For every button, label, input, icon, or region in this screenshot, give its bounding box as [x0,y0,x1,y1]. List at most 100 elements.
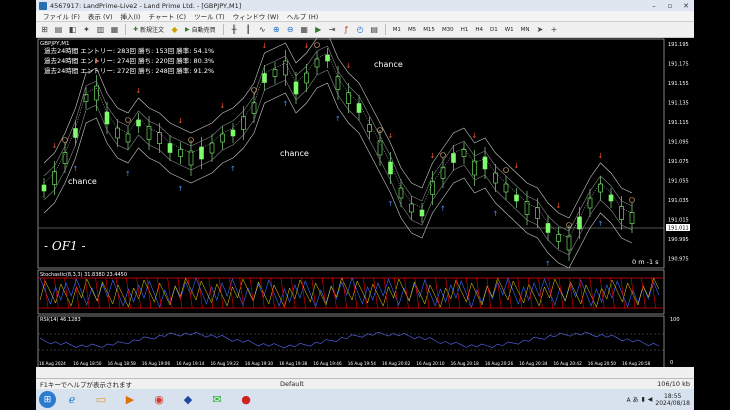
time-tick: 16 Aug 19:38 [279,361,308,366]
minimize-button[interactable]: – [646,0,662,11]
maximize-button[interactable]: ▫ [662,0,678,11]
sell-arrow-icon: ↓ [220,102,226,110]
menu-chart[interactable]: チャート (C) [144,11,190,21]
zoom-in-icon[interactable]: ⊕ [271,24,282,35]
start-button[interactable]: ⊞ [39,391,56,408]
sell-arrow-icon: ↓ [304,42,310,50]
autoscroll-icon[interactable]: ▶ [313,24,324,35]
recorder-icon[interactable]: ● [233,390,259,409]
mt4-taskbar-icon[interactable]: ◆ [175,390,201,409]
new-chart-icon[interactable]: ⊞ [39,24,50,35]
chrome-icon[interactable]: ◉ [146,390,172,409]
chance-label: chance [280,149,309,158]
chart-shift-icon[interactable]: ⇥ [327,24,338,35]
price-tick: 190.995 [668,237,689,243]
candle [566,235,572,251]
sell-arrow-icon: ↓ [472,132,478,140]
separator [384,24,386,35]
sell-arrow-icon: ↓ [178,117,184,125]
crosshair-icon[interactable]: + [549,24,560,35]
menu-bar: ファイル (F) 表示 (V) 挿入(I) チャート (C) ツール (T) ウ… [36,11,694,22]
price-tick: 191.115 [668,120,689,126]
menu-file[interactable]: ファイル (F) [39,11,84,21]
timeframe-m1[interactable]: M1 [391,27,403,33]
line-chart-icon[interactable]: ∿ [257,24,268,35]
time-tick: 16 Aug 19:54 [348,361,377,366]
price-tick: 191.175 [668,62,689,68]
periods-icon[interactable]: ◴ [355,24,366,35]
indicators-icon[interactable]: ƒ [341,24,352,35]
window-title: 4567917: LandPrime-Live2 - Land Prime Lt… [50,1,242,10]
network-icon[interactable]: ▮ [641,396,644,403]
line-icon[interactable]: ✉ [204,390,230,409]
menu-tools[interactable]: ツール (T) [190,11,229,21]
ie-icon[interactable]: ℯ [59,390,85,409]
time-tick: 16 Aug 20:58 [622,361,651,366]
time-tick: 16 Aug 19:22 [211,361,240,366]
rsi-label: RSI(14) 46.1283 [40,317,81,323]
timeframe-d1[interactable]: D1 [488,27,500,33]
close-button[interactable]: ✕ [678,0,694,11]
price-tick: 191.015 [668,218,689,224]
status-traffic: 106/10 kb [657,380,690,388]
stochastic-label: Stochastic(8,3,3) 31.8380 23.4450 [40,272,127,278]
chance-label: chance [68,177,97,186]
candle [62,152,68,164]
auto-trading-button[interactable]: ▶ 自動売買 [183,25,218,34]
profiles-icon[interactable]: ▤ [53,24,64,35]
candle-chart-icon[interactable]: ┃ [243,24,254,35]
menu-window[interactable]: ウィンドウ (W) [229,11,283,21]
buy-arrow-icon: ↑ [178,185,184,193]
new-order-button[interactable]: ✚ 新規注文 [131,25,166,34]
candle [146,126,152,140]
chart-window[interactable]: ↓↑↓↑↓↓↑↓↑↓↑↓↑↓↓↑↓↑↓↑↓↑↓↓↑ GBPJPY,M1 過去24… [36,38,694,367]
navigator-icon[interactable]: ✦ [81,24,92,35]
tester-icon[interactable]: ▦ [109,24,120,35]
candle [524,201,530,215]
clock[interactable]: 18:55 2024/08/18 [655,393,690,407]
timeframe-m5[interactable]: M5 [406,27,418,33]
templates-icon[interactable]: ▤ [369,24,380,35]
media-player-icon[interactable]: ▶ [117,390,143,409]
file-explorer-icon[interactable]: ▭ [88,390,114,409]
candle [73,128,78,138]
system-tray: A あ ▮ ◀ 18:55 2024/08/18 [626,393,694,407]
candle [209,142,215,154]
timeframe-w1[interactable]: W1 [503,27,516,33]
candle [472,160,477,176]
candle [493,172,498,184]
terminal-icon[interactable]: ▥ [95,24,106,35]
rsi-tick: 100 [670,317,680,323]
candle [230,129,236,137]
price-tick: 191.055 [668,179,689,185]
cursor-icon[interactable]: ➤ [535,24,546,35]
menu-insert[interactable]: 挿入(I) [116,11,144,21]
auto-trading-label: 自動売買 [191,27,216,34]
candle [94,85,99,101]
buy-arrow-icon: ↑ [125,170,131,178]
price-tick: 191.155 [668,81,689,87]
letterbox-left [0,0,36,410]
timeframe-h1[interactable]: H1 [459,27,471,33]
bar-chart-icon[interactable]: ╫ [229,24,240,35]
stats-line: 過去24時間 エントリー: 272回 勝ち: 248回 勝率: 91.2% [44,66,214,75]
timeframe-mn[interactable]: MN [519,27,532,33]
timeframe-m15[interactable]: M15 [421,27,437,33]
candle [451,153,456,163]
volume-icon[interactable]: ◀ [648,396,653,403]
market-watch-icon[interactable]: ◧ [67,24,78,35]
tile-icon[interactable]: ▦ [299,24,310,35]
ime-indicator[interactable]: A あ [626,395,638,404]
title-bar: 4567917: LandPrime-Live2 - Land Prime Lt… [36,0,694,11]
candle [545,223,551,233]
buy-arrow-icon: ↑ [545,260,551,268]
timeframe-m30[interactable]: M30 [440,27,456,33]
chance-label: chance [374,60,403,69]
zoom-out-icon[interactable]: ⊖ [285,24,296,35]
timeframe-h4[interactable]: H4 [473,27,485,33]
menu-help[interactable]: ヘルプ (H) [283,11,323,21]
menu-view[interactable]: 表示 (V) [84,11,117,21]
metaeditor-icon[interactable]: ◆ [169,24,180,35]
sell-arrow-icon: ↓ [262,42,268,50]
candle [598,183,603,193]
